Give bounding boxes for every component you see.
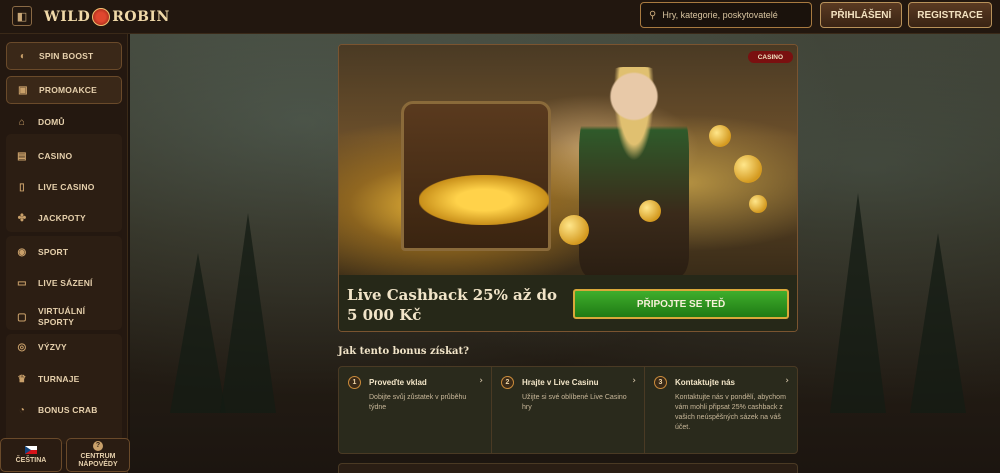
tree-decoration [830,193,886,413]
sidebar-item-promo[interactable]: ▣ PROMOAKCE [6,76,122,104]
sidebar: ◐ SPIN BOOST ▣ PROMOAKCE ⌂ DOMŮ ▤ CASINO… [0,34,130,473]
step-card[interactable]: 2 Hrajte v Live Casinu Užijte si své obl… [492,367,645,453]
sidebar-item-label: DOMŮ [38,117,65,127]
sidebar-item-label: VÝZVY [38,342,67,352]
step-card[interactable]: 1 Proveďte vklad Dobijte svůj zůstatek v… [339,367,492,453]
promo-card: CASINO Live Cashback 25% až do 5 000 Kč … [338,44,798,332]
promo-footer: Live Cashback 25% až do 5 000 Kč PŘIPOJT… [339,275,797,331]
coin-decoration [709,125,731,147]
howto-title: Jak tento bonus získat? [338,346,469,357]
sidebar-item-challenges[interactable]: ◎ VÝZVY [6,333,122,361]
gift-icon: ▣ [18,84,28,96]
sidebar-item-label: CASINO [38,151,73,161]
step-card[interactable]: 3 Kontaktujte nás Kontaktujte nás v pond… [645,367,797,453]
step-title: Hrajte v Live Casinu [522,378,599,387]
live-icon: ▭ [17,277,27,289]
sidebar-item-tournaments[interactable]: ♛ TURNAJE [6,365,122,393]
coin-decoration [639,200,661,222]
step-number: 1 [348,376,361,389]
coin-decoration [734,155,762,183]
logo-emblem-icon [92,8,111,26]
language-button[interactable]: ČEŠTINA [0,438,62,472]
step-number: 2 [501,376,514,389]
czech-flag-icon [25,445,37,454]
slot-icon: ▤ [17,150,27,162]
sidebar-item-live-betting[interactable]: ▭ LIVE SÁZENÍ [6,269,122,297]
sidebar-item-label: PROMOAKCE [39,85,97,95]
sidebar-toggle-icon[interactable]: ◧ [12,6,32,26]
sidebar-item-jackpots[interactable]: ✤ JACKPOTY [6,204,122,232]
sidebar-item-casino[interactable]: ▤ CASINO [6,142,122,170]
sidebar-item-label: BONUS CRAB [38,405,98,415]
virtual-icon: ▢ [17,311,27,323]
coin-decoration [749,195,767,213]
jackpot-icon: ✤ [17,212,27,224]
sidebar-item-label: LIVE CASINO [38,182,95,192]
chevron-right-icon: › [479,376,483,386]
step-title: Proveďte vklad [369,378,427,387]
step-text: Dobijte svůj zůstatek v průběhu týdne [369,394,467,411]
step-text: Užijte si své oblíbené Live Casino hry [522,394,627,411]
category-badge: CASINO [747,51,793,63]
sidebar-item-label: LIVE SÁZENÍ [38,278,93,288]
crab-icon: ◔ [18,404,26,416]
coin-decoration [559,215,589,245]
logo-text-left: WILD [44,9,91,25]
next-section-card [338,463,798,473]
sidebar-item-home[interactable]: ⌂ DOMŮ [6,108,122,136]
logo[interactable]: WILD ROBIN [44,6,170,28]
target-icon: ◎ [17,341,27,353]
trophy-icon: ♛ [17,373,27,385]
tree-decoration [170,253,226,413]
chevron-right-icon: › [785,376,789,386]
howto-steps: 1 Proveďte vklad Dobijte svůj zůstatek v… [338,366,798,454]
heroine-illustration [579,67,689,277]
help-center-button[interactable]: ? CENTRUM NÁPOVĚDY [66,438,130,472]
top-bar: ◧ WILD ROBIN ⚲ PŘIHLÁŠENÍ REGISTRACE [0,0,1000,34]
cards-icon: ▯ [19,181,25,193]
language-label: ČEŠTINA [15,456,47,464]
sidebar-item-virtual-sports[interactable]: ▢ VIRTUÁLNÍ SPORTY [6,300,122,334]
chevron-right-icon: › [632,376,636,386]
question-icon: ? [93,441,103,452]
sidebar-item-spin-boost[interactable]: ◐ SPIN BOOST [6,42,122,70]
register-button[interactable]: REGISTRACE [908,2,992,28]
search-input[interactable] [662,10,803,20]
logo-text-right: ROBIN [112,9,170,25]
tree-decoration [220,213,276,413]
sidebar-item-bonus-crab[interactable]: ◔ BONUS CRAB [6,396,122,424]
help-label: CENTRUM NÁPOVĚDY [78,453,118,468]
gold-coins-illustration [419,175,549,225]
step-title: Kontaktujte nás [675,378,736,387]
step-number: 3 [654,376,667,389]
sidebar-item-label: JACKPOTY [38,213,86,223]
sidebar-item-label: TURNAJE [38,374,80,384]
home-icon: ⌂ [18,116,26,128]
sidebar-item-live-casino[interactable]: ▯ LIVE CASINO [6,173,122,201]
login-button[interactable]: PŘIHLÁŠENÍ [820,2,902,28]
step-text: Kontaktujte nás v pondělí, abychom vám m… [675,394,786,431]
sidebar-item-sport[interactable]: ◉ SPORT [6,238,122,266]
search-box[interactable]: ⚲ [640,2,812,28]
spin-icon: ◐ [19,50,27,62]
promo-title: Live Cashback 25% až do 5 000 Kč [347,286,557,324]
ball-icon: ◉ [17,246,27,258]
sidebar-item-label: SPIN BOOST [39,51,94,61]
join-now-button[interactable]: PŘIPOJTE SE TEĎ [573,289,789,319]
search-icon: ⚲ [649,9,657,21]
sidebar-item-label: SPORT [38,247,69,257]
sidebar-item-label: VIRTUÁLNÍ SPORTY [38,306,86,327]
promo-banner-image: CASINO [339,45,797,277]
tree-decoration [910,233,966,413]
